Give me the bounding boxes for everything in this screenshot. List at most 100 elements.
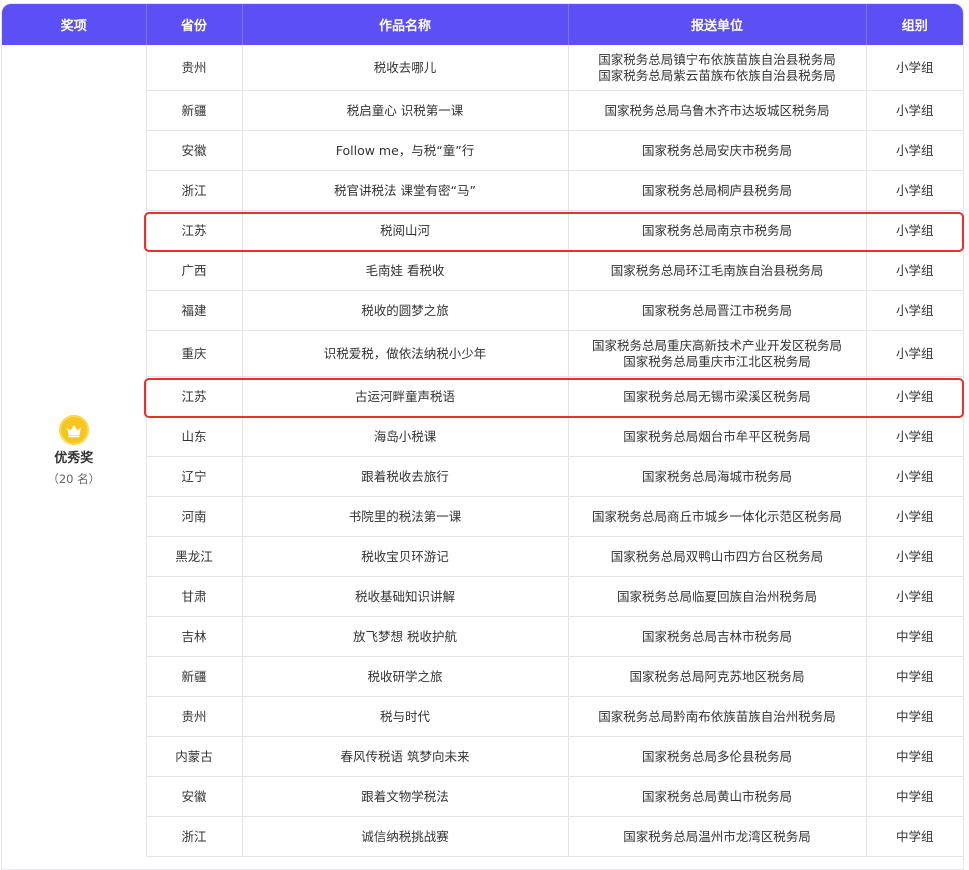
unit-line: 国家税务总局紫云苗族布依族自治县税务局	[598, 67, 836, 83]
cell-province: 江苏	[146, 376, 243, 417]
cell-work: 税收宝贝环游记	[242, 536, 569, 577]
table-row: 广西 毛南娃 看税收 国家税务总局环江毛南族自治县税务局 小学组	[2, 250, 963, 291]
cell-unit: 国家税务总局镇宁布依族苗族自治县税务局 国家税务总局紫云苗族布依族自治县税务局	[568, 45, 867, 91]
table-row: 安徽 Follow me，与税“童”行 国家税务总局安庆市税务局 小学组	[2, 130, 963, 171]
cell-group: 小学组	[866, 250, 963, 291]
cell-group: 小学组	[866, 456, 963, 497]
unit-line: 国家税务总局安庆市税务局	[641, 142, 792, 158]
cell-group: 中学组	[866, 776, 963, 817]
unit-line: 国家税务总局重庆市江北区税务局	[623, 353, 811, 369]
header-unit: 报送单位	[568, 4, 867, 45]
cell-group: 小学组	[866, 496, 963, 537]
cell-work: 税启童心 识税第一课	[242, 90, 569, 131]
cell-unit: 国家税务总局安庆市税务局	[568, 130, 867, 171]
cell-group: 小学组	[866, 376, 963, 417]
cell-province: 甘肃	[146, 576, 243, 617]
table-row: 辽宁 跟着税收去旅行 国家税务总局海城市税务局 小学组	[2, 456, 963, 497]
header-group: 组别	[866, 4, 963, 45]
unit-line: 国家税务总局烟台市牟平区税务局	[623, 428, 811, 444]
cell-group: 中学组	[866, 736, 963, 777]
cell-unit: 国家税务总局海城市税务局	[568, 456, 867, 497]
award-cell: 优秀奖 （20 名）	[2, 45, 147, 857]
awards-table-container: 奖项 省份 作品名称 报送单位 组别 优秀奖 （20 名） 贵州 税收去哪儿 国家税务总…	[1, 3, 964, 870]
cell-province: 内蒙古	[146, 736, 243, 777]
cell-unit: 国家税务总局无锡市梁溪区税务局	[568, 376, 867, 417]
unit-line: 国家税务总局黄山市税务局	[641, 788, 792, 804]
cell-province: 浙江	[146, 170, 243, 211]
awards-table: 奖项 省份 作品名称 报送单位 组别 优秀奖 （20 名） 贵州 税收去哪儿 国家税务总…	[2, 4, 963, 857]
unit-line: 国家税务总局多伦县税务局	[641, 748, 792, 764]
cell-unit: 国家税务总局黔南布依族苗族自治州税务局	[568, 696, 867, 737]
cell-work: 跟着税收去旅行	[242, 456, 569, 497]
cell-unit: 国家税务总局临夏回族自治州税务局	[568, 576, 867, 617]
cell-unit: 国家税务总局多伦县税务局	[568, 736, 867, 777]
unit-line: 国家税务总局乌鲁木齐市达坂城区税务局	[604, 102, 830, 118]
table-row: 内蒙古 春风传税语 筑梦向未来 国家税务总局多伦县税务局 中学组	[2, 736, 963, 777]
award-count: （20 名）	[47, 471, 101, 486]
cell-province: 江苏	[146, 210, 243, 251]
cell-province: 福建	[146, 290, 243, 331]
cell-work: 跟着文物学税法	[242, 776, 569, 817]
table-row: 浙江 税官讲税法 课堂有密“马” 国家税务总局桐庐县税务局 小学组	[2, 170, 963, 211]
cell-group: 中学组	[866, 616, 963, 657]
table-row: 江苏 税阅山河 国家税务总局南京市税务局 小学组	[2, 210, 963, 251]
cell-unit: 国家税务总局吉林市税务局	[568, 616, 867, 657]
cell-group: 小学组	[866, 130, 963, 171]
table-row: 河南 书院里的税法第一课 国家税务总局商丘市城乡一体化示范区税务局 小学组	[2, 496, 963, 537]
unit-line: 国家税务总局海城市税务局	[641, 468, 792, 484]
unit-line: 国家税务总局吉林市税务局	[641, 628, 792, 644]
table-row: 江苏 古运河畔童声税语 国家税务总局无锡市梁溪区税务局 小学组	[2, 376, 963, 417]
cell-work: 税收研学之旅	[242, 656, 569, 697]
cell-province: 吉林	[146, 616, 243, 657]
cell-group: 小学组	[866, 45, 963, 91]
cell-province: 重庆	[146, 330, 243, 377]
cell-unit: 国家税务总局重庆高新技术产业开发区税务局 国家税务总局重庆市江北区税务局	[568, 330, 867, 377]
header-province: 省份	[146, 4, 243, 45]
cell-group: 小学组	[866, 576, 963, 617]
cell-work: 税与时代	[242, 696, 569, 737]
header-work: 作品名称	[242, 4, 569, 45]
cell-unit: 国家税务总局黄山市税务局	[568, 776, 867, 817]
table-body: 优秀奖 （20 名） 贵州 税收去哪儿 国家税务总局镇宁布依族苗族自治县税务局 国家税务总…	[2, 45, 963, 857]
cell-work: 诚信纳税挑战赛	[242, 816, 569, 857]
cell-group: 中学组	[866, 816, 963, 857]
award-name: 优秀奖	[54, 450, 94, 466]
table-row: 贵州 税与时代 国家税务总局黔南布依族苗族自治州税务局 中学组	[2, 696, 963, 737]
crown-medal-icon	[58, 414, 89, 445]
unit-line: 国家税务总局无锡市梁溪区税务局	[623, 388, 811, 404]
table-row: 浙江 诚信纳税挑战赛 国家税务总局温州市龙湾区税务局 中学组	[2, 816, 963, 857]
cell-province: 贵州	[146, 45, 243, 91]
unit-line: 国家税务总局桐庐县税务局	[641, 182, 792, 198]
unit-line: 国家税务总局南京市税务局	[641, 222, 792, 238]
table-row: 安徽 跟着文物学税法 国家税务总局黄山市税务局 中学组	[2, 776, 963, 817]
unit-line: 国家税务总局黔南布依族苗族自治州税务局	[598, 708, 836, 724]
cell-province: 辽宁	[146, 456, 243, 497]
cell-unit: 国家税务总局双鸭山市四方台区税务局	[568, 536, 867, 577]
cell-province: 河南	[146, 496, 243, 537]
unit-line: 国家税务总局重庆高新技术产业开发区税务局	[591, 337, 842, 353]
unit-line: 国家税务总局商丘市城乡一体化示范区税务局	[591, 508, 842, 524]
cell-work: 税官讲税法 课堂有密“马”	[242, 170, 569, 211]
award-box: 优秀奖 （20 名）	[6, 414, 142, 487]
cell-province: 浙江	[146, 816, 243, 857]
cell-province: 安徽	[146, 130, 243, 171]
table-row: 福建 税收的圆梦之旅 国家税务总局晋江市税务局 小学组	[2, 290, 963, 331]
cell-group: 小学组	[866, 290, 963, 331]
unit-line: 国家税务总局环江毛南族自治县税务局	[610, 262, 824, 278]
unit-line: 国家税务总局临夏回族自治州税务局	[616, 588, 817, 604]
cell-group: 中学组	[866, 696, 963, 737]
cell-unit: 国家税务总局桐庐县税务局	[568, 170, 867, 211]
unit-line: 国家税务总局阿克苏地区税务局	[629, 668, 805, 684]
cell-province: 贵州	[146, 696, 243, 737]
cell-unit: 国家税务总局商丘市城乡一体化示范区税务局	[568, 496, 867, 537]
cell-work: 识税爱税，做依法纳税小少年	[242, 330, 569, 377]
cell-work: 春风传税语 筑梦向未来	[242, 736, 569, 777]
cell-unit: 国家税务总局阿克苏地区税务局	[568, 656, 867, 697]
table-row: 吉林 放飞梦想 税收护航 国家税务总局吉林市税务局 中学组	[2, 616, 963, 657]
header-award: 奖项	[2, 4, 147, 45]
cell-group: 小学组	[866, 416, 963, 457]
cell-unit: 国家税务总局乌鲁木齐市达坂城区税务局	[568, 90, 867, 131]
cell-work: 税收基础知识讲解	[242, 576, 569, 617]
table-row: 新疆 税收研学之旅 国家税务总局阿克苏地区税务局 中学组	[2, 656, 963, 697]
cell-work: 毛南娃 看税收	[242, 250, 569, 291]
